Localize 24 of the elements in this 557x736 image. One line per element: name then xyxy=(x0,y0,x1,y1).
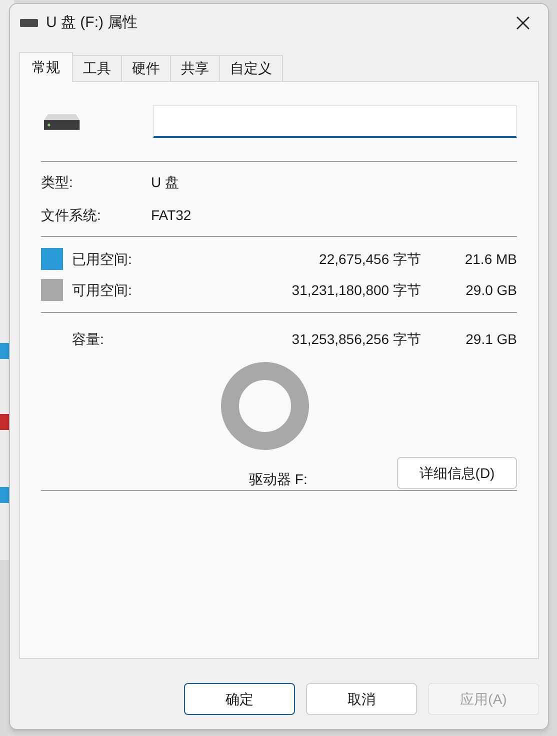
dialog-button[interactable]: 确定 xyxy=(184,683,295,715)
property-label: 类型: xyxy=(41,173,74,192)
space-label: 已用空间: xyxy=(72,250,133,268)
tab[interactable]: 自定义 xyxy=(219,55,283,81)
name-input-field[interactable] xyxy=(152,105,517,138)
byte-count: 22,675,456 字节 xyxy=(319,250,421,268)
size-value: 29.0 GB xyxy=(464,280,517,300)
property-value: U 盘 xyxy=(151,173,179,192)
close-icon xyxy=(516,16,530,30)
drive-icon xyxy=(44,114,80,130)
tab[interactable]: 常规 xyxy=(19,52,73,82)
size-value: 21.6 MB xyxy=(464,250,517,268)
property-label: 文件系统: xyxy=(41,206,102,225)
details-button[interactable]: 详细信息(D) xyxy=(397,457,517,489)
drive-label: 驱动器 F: xyxy=(249,470,308,488)
byte-count: 31,253,856,256 字节 xyxy=(292,330,421,349)
window-title: U 盘 (F:) 属性 xyxy=(46,12,138,33)
size-value: 29.1 GB xyxy=(464,330,517,349)
dialog-button[interactable]: 取消 xyxy=(306,683,417,715)
space-label: 可用空间: xyxy=(72,280,133,300)
drive-icon xyxy=(20,19,38,27)
property-value: FAT32 xyxy=(151,206,192,225)
byte-count: 31,231,180,800 字节 xyxy=(292,280,421,300)
capacity-label: 容量: xyxy=(72,330,104,349)
